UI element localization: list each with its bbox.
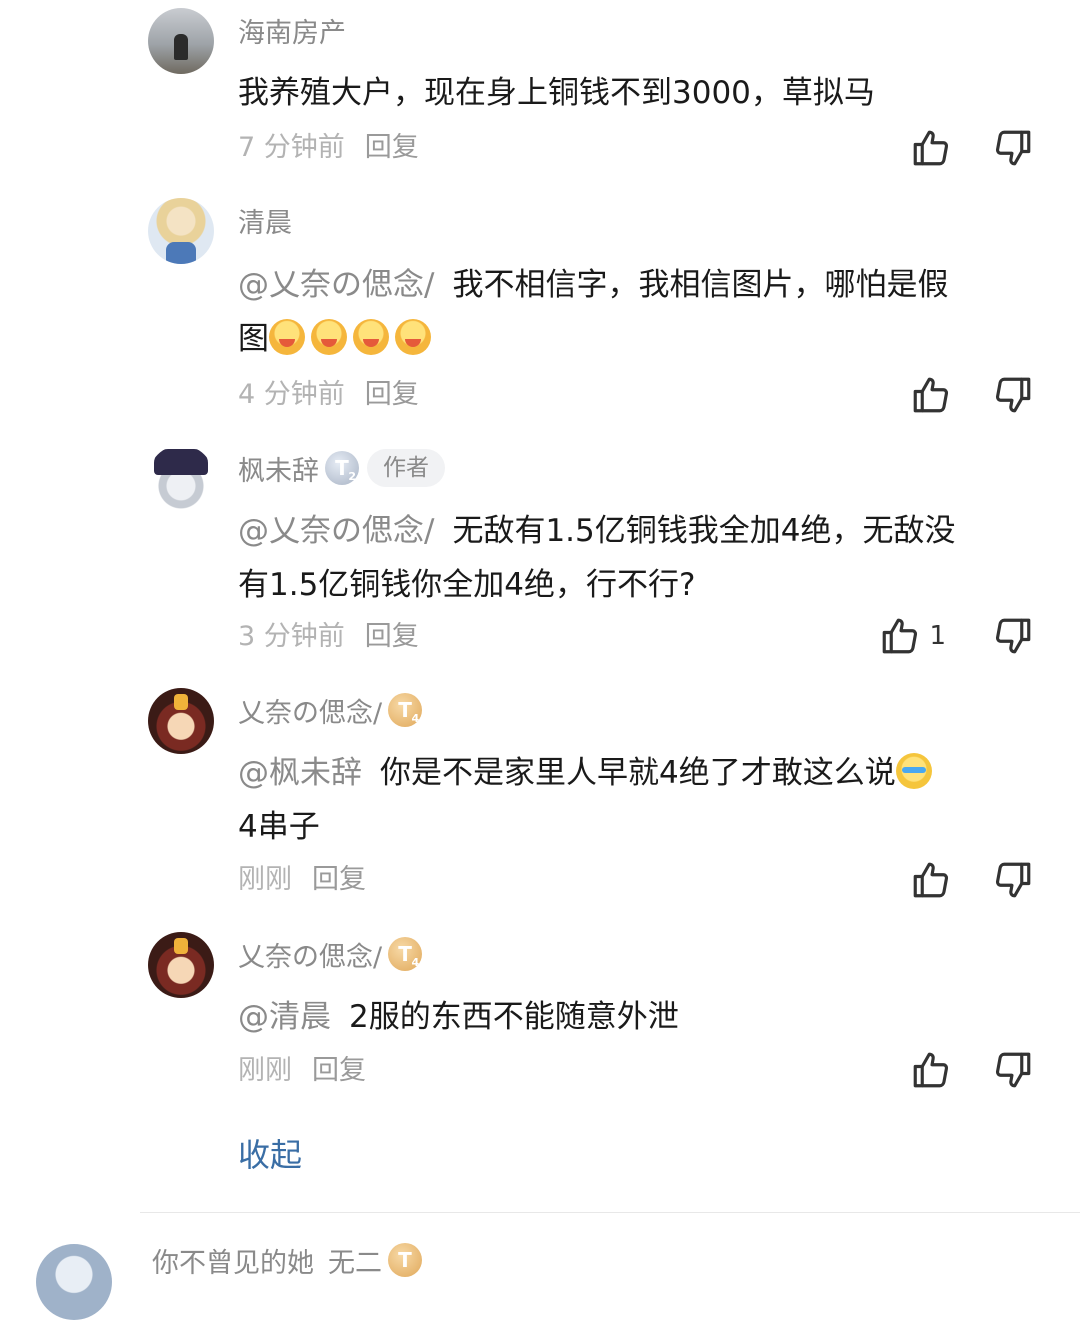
level-badge: T4 <box>388 693 423 727</box>
reply-button[interactable]: 回复 <box>365 128 419 168</box>
timestamp: 刚刚 <box>238 1055 292 1086</box>
like-count: 1 <box>929 621 946 651</box>
thumbs-up-icon <box>883 618 918 654</box>
thumbs-down-icon <box>995 377 1031 413</box>
collapse-replies-button[interactable]: 收起 <box>238 1130 302 1176</box>
comment-meta: 刚刚 回复 <box>238 1051 366 1091</box>
like-button[interactable]: 1 <box>879 615 952 657</box>
thumbs-down-icon <box>995 618 1031 654</box>
avatar[interactable] <box>148 445 214 511</box>
username[interactable]: 乂奈の偲念/ T4 <box>238 934 423 974</box>
comment-text: @乂奈の偲念/我不相信字，我相信图片，哪怕是假 图 <box>238 267 949 357</box>
reply-button[interactable]: 回复 <box>312 860 366 900</box>
comment-actions: 1 <box>879 614 1034 658</box>
dislike-button[interactable] <box>992 615 1034 657</box>
timestamp: 7 分钟前 <box>238 132 345 163</box>
comment-meta: 4 分钟前 回复 <box>238 375 419 415</box>
comment-actions <box>910 1048 1034 1092</box>
reply-button[interactable]: 回复 <box>365 617 419 657</box>
username[interactable]: 海南房产 <box>238 10 346 50</box>
avatar[interactable] <box>148 198 214 264</box>
mention-link[interactable]: @乂奈の偲念/ <box>238 513 434 549</box>
mention-link[interactable]: @枫未辞 <box>238 755 362 791</box>
like-button[interactable] <box>910 1049 952 1091</box>
comment-meta: 刚刚 回复 <box>238 860 366 900</box>
avatar[interactable] <box>148 8 214 74</box>
emoji-icon <box>395 319 431 355</box>
emoji-icon <box>269 319 305 355</box>
avatar[interactable] <box>148 688 214 754</box>
dislike-button[interactable] <box>992 127 1034 169</box>
emoji-icon <box>311 319 347 355</box>
thumbs-up-icon <box>913 130 949 166</box>
mention-link[interactable]: @乂奈の偲念/ <box>238 267 434 303</box>
thumbs-down-icon <box>995 1052 1031 1088</box>
avatar[interactable] <box>36 1244 112 1320</box>
username[interactable]: 乂奈の偲念/ T4 <box>238 690 423 730</box>
comment-text: @乂奈の偲念/无敌有1.5亿铜钱我全加4绝，无敌没 有1.5亿铜钱你全加4绝，行… <box>238 513 956 603</box>
username[interactable]: 你不曾见的她 无二 T <box>152 1240 422 1280</box>
emoji-icon <box>353 319 389 355</box>
level-badge: T2 <box>325 451 359 485</box>
reply-button[interactable]: 回复 <box>365 375 419 415</box>
thumbs-down-icon <box>995 862 1031 898</box>
like-button[interactable] <box>910 127 952 169</box>
timestamp: 刚刚 <box>238 864 292 895</box>
thumbs-up-icon <box>913 1052 949 1088</box>
dislike-button[interactable] <box>992 859 1034 901</box>
like-button[interactable] <box>910 859 952 901</box>
like-button[interactable] <box>910 374 952 416</box>
avatar[interactable] <box>148 932 214 998</box>
comment-actions <box>910 858 1034 902</box>
comment-actions <box>910 373 1034 417</box>
comment-text: @枫未辞 你是不是家里人早就4绝了才敢这么说 4串子 <box>238 746 1038 854</box>
comment-meta: 3 分钟前 回复 <box>238 617 419 657</box>
crying-emoji-icon <box>895 753 932 789</box>
comment-actions <box>910 126 1034 170</box>
comment-text: @清晨 2服的东西不能随意外泄 <box>238 999 679 1035</box>
timestamp: 3 分钟前 <box>238 621 345 652</box>
comment-meta: 7 分钟前 回复 <box>238 128 419 168</box>
username[interactable]: 清晨 <box>238 200 292 240</box>
divider <box>140 1212 1080 1213</box>
level-badge: T4 <box>388 937 423 971</box>
timestamp: 4 分钟前 <box>238 379 345 410</box>
mention-link[interactable]: @清晨 <box>238 999 331 1035</box>
username[interactable]: 枫未辞 T2 作者 <box>238 448 445 488</box>
thumbs-up-icon <box>913 862 949 898</box>
thumbs-up-icon <box>913 377 949 413</box>
level-badge: T <box>388 1243 422 1277</box>
dislike-button[interactable] <box>992 1049 1034 1091</box>
thumbs-down-icon <box>995 130 1031 166</box>
comment-text: 我养殖大户，现在身上铜钱不到3000，草拟马 <box>238 75 875 111</box>
dislike-button[interactable] <box>992 374 1034 416</box>
author-tag: 作者 <box>367 449 445 487</box>
reply-button[interactable]: 回复 <box>312 1051 366 1091</box>
